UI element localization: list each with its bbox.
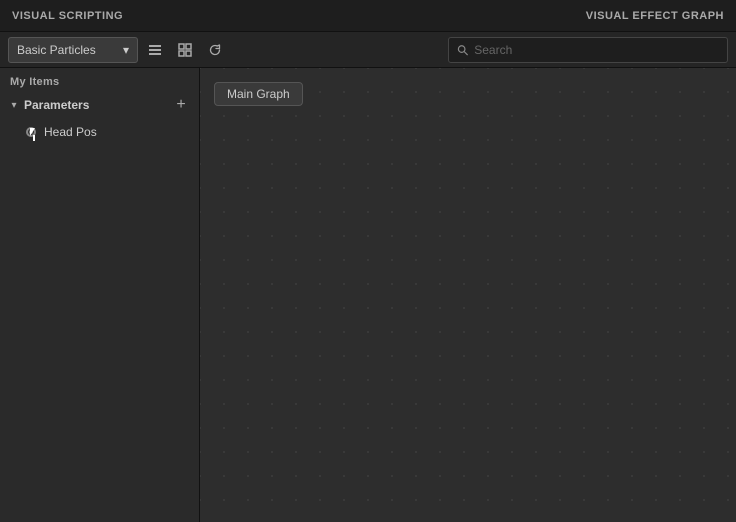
list-view-button[interactable]	[142, 37, 168, 63]
search-icon	[457, 44, 468, 56]
layout-icon	[178, 43, 192, 57]
list-icon	[148, 43, 162, 57]
add-parameter-button[interactable]: +	[171, 95, 191, 115]
main-graph-tab[interactable]: Main Graph	[214, 82, 303, 106]
toolbar: Basic Particles ▾	[0, 32, 736, 68]
refresh-icon	[208, 43, 222, 57]
trash-icon	[175, 126, 187, 138]
header-bar: VISUAL SCRIPTING VISUAL EFFECT GRAPH	[0, 0, 736, 32]
search-container	[448, 37, 728, 63]
my-items-header: My Items	[0, 68, 199, 92]
visual-effect-graph-title: VISUAL EFFECT GRAPH	[586, 10, 724, 22]
head-pos-label: Head Pos	[44, 125, 165, 139]
circle-dot-icon	[26, 127, 36, 137]
refresh-button[interactable]	[202, 37, 228, 63]
particles-dropdown[interactable]: Basic Particles ▾	[8, 37, 138, 63]
dropdown-chevron-icon: ▾	[123, 43, 129, 57]
parameters-label: Parameters	[24, 98, 167, 112]
visual-scripting-title: VISUAL SCRIPTING	[12, 10, 123, 22]
parameters-group-header[interactable]: ▾ Parameters +	[0, 92, 199, 118]
list-item[interactable]: Head Pos	[0, 118, 199, 146]
chevron-down-icon: ▾	[8, 100, 20, 111]
graph-area[interactable]: Main Graph	[200, 68, 736, 522]
parameter-icon	[24, 125, 38, 139]
main-content: My Items ▾ Parameters + Head Pos	[0, 68, 736, 522]
particles-dropdown-select[interactable]: Basic Particles	[17, 43, 119, 57]
parameters-group: ▾ Parameters + Head Pos	[0, 92, 199, 146]
sidebar: My Items ▾ Parameters + Head Pos	[0, 68, 200, 522]
graph-dots-background	[200, 68, 736, 522]
layout-button[interactable]	[172, 37, 198, 63]
search-input[interactable]	[474, 43, 719, 57]
